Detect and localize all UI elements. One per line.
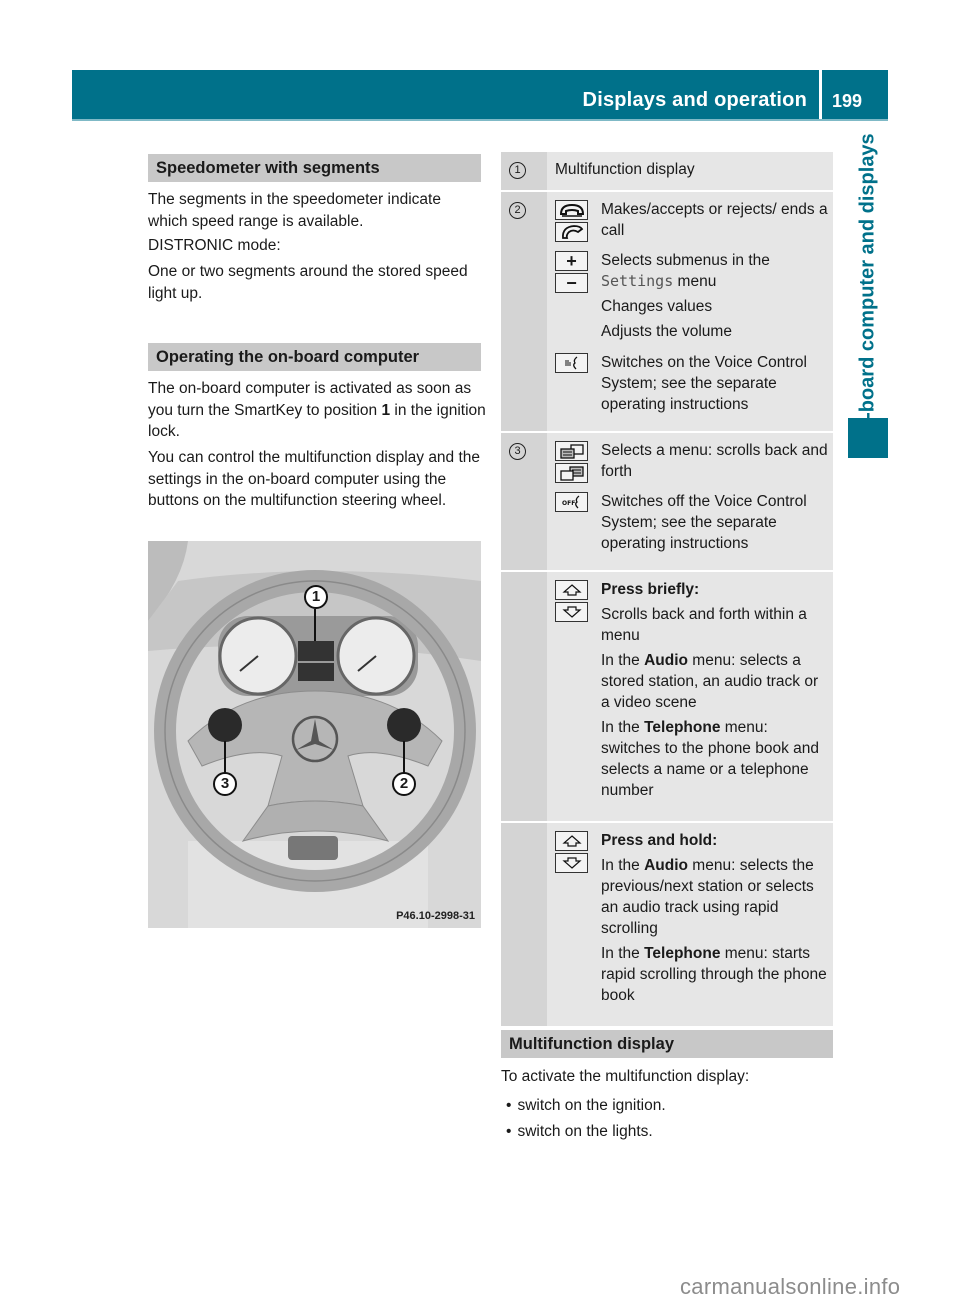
press-hold-heading: Press and hold:	[601, 830, 829, 851]
bullet-item: switch on the ignition.	[506, 1095, 665, 1116]
header-divider	[72, 119, 888, 121]
audio-menu-name: Audio	[644, 652, 688, 669]
bullet-item: switch on the lights.	[506, 1121, 652, 1142]
speedo-paragraph-3: One or two segments around the stored sp…	[148, 263, 468, 302]
section-title: Displays and operation	[582, 89, 807, 111]
table-row: Press and hold: In the Audio menu: selec…	[501, 823, 833, 1026]
svg-text:OFF: OFF	[562, 500, 575, 507]
telephone-menu-name: Telephone	[644, 945, 721, 962]
row-text: In the Audio menu: selects the previous/…	[601, 855, 829, 939]
page-number-box: 199	[822, 70, 888, 120]
table-row: 3 Selects a menu: scrolls back and forth…	[501, 433, 833, 572]
row-content: Selects a menu: scrolls back and forth O…	[547, 433, 833, 570]
table-row: 1 Multifunction display	[501, 152, 833, 192]
header-band: Displays and operation	[72, 70, 819, 120]
circled-number: 3	[509, 442, 526, 460]
chapter-side-tab-label: On-board computer and displays	[856, 133, 879, 447]
audio-menu-name: Audio	[644, 857, 688, 874]
up-down-arrow-icon	[555, 579, 601, 805]
operating-paragraph-1: The on-board computer is activated as so…	[148, 378, 486, 443]
mfd-intro: To activate the multifunction display:	[501, 1068, 750, 1085]
heading-text: Press and hold:	[601, 832, 718, 849]
list-item: Press and hold: In the Audio menu: selec…	[555, 830, 829, 1010]
list-item: Selects a menu: scrolls back and forth	[555, 440, 829, 485]
row-content: Makes/accepts or rejects/ ends a call + …	[547, 192, 833, 431]
menu-back-forth-icon	[555, 440, 601, 485]
speedo-paragraph-2: DISTRONIC mode:	[148, 237, 281, 254]
voice-control-off-icon: OFF	[555, 491, 601, 554]
row-text: Selects submenus in the Settings menu	[601, 250, 829, 292]
up-down-arrow-icon	[555, 830, 601, 1010]
figure-code: P46.10-2998-31	[396, 910, 475, 922]
speedo-paragraph-1: The segments in the speedometer indicate…	[148, 191, 441, 230]
heading-text: Press briefly:	[601, 581, 700, 598]
phone-accept-reject-icon	[555, 199, 601, 244]
text-run: In the	[601, 719, 645, 736]
list-item: Switches on the Voice Control System; se…	[555, 352, 829, 415]
heading-speedometer: Speedometer with segments	[148, 154, 481, 182]
row-number-cell	[501, 572, 547, 821]
row-text: In the Audio menu: selects a stored stat…	[601, 650, 829, 713]
operating-paragraph-2: You can control the multifunction displa…	[148, 449, 481, 509]
callout-2: 2	[392, 772, 416, 796]
heading-multifunction-display: Multifunction display	[501, 1030, 833, 1058]
list-item: + − Selects submenus in the Settings men…	[555, 250, 829, 346]
table-row: Press briefly: Scrolls back and forth wi…	[501, 572, 833, 823]
table-row: 2 Makes/accepts or rejects/ ends a call …	[501, 192, 833, 433]
row-text: Switches on the Voice Control System; se…	[601, 354, 807, 413]
row-text: Makes/accepts or rejects/ ends a call	[601, 201, 828, 239]
row-text: In the Telephone menu: starts rapid scro…	[601, 943, 829, 1006]
row-text: Changes values	[601, 298, 713, 315]
callout-3: 3	[213, 772, 237, 796]
row-text: Adjusts the volume	[601, 323, 732, 340]
list-item: OFF Switches off the Voice Control Syste…	[555, 491, 829, 554]
row-number-cell: 3	[501, 433, 547, 570]
telephone-menu-name: Telephone	[644, 719, 721, 736]
position-number: 1	[381, 401, 391, 419]
callout-1: 1	[304, 585, 328, 609]
row-number-cell: 2	[501, 192, 547, 431]
steering-wheel-figure: 1 2 3 P46.10-2998-31	[148, 541, 481, 928]
page-number: 199	[832, 91, 863, 111]
controls-table: 1 Multifunction display 2 Makes/accepts …	[501, 152, 833, 1026]
plus-minus-icon: + −	[555, 250, 601, 346]
press-briefly-heading: Press briefly:	[601, 579, 829, 600]
circled-number: 2	[509, 201, 526, 219]
chapter-tab-marker	[848, 418, 888, 458]
row-text: Switches off the Voice Control System; s…	[601, 493, 807, 552]
row-number-cell	[501, 823, 547, 1026]
text-run: In the	[601, 945, 645, 962]
row-content: Press and hold: In the Audio menu: selec…	[547, 823, 833, 1026]
text-run: Selects submenus in the	[601, 252, 770, 269]
heading-operating: Operating the on-board computer	[148, 343, 481, 371]
text-run: In the	[601, 857, 645, 874]
settings-menu-name: Settings	[601, 272, 674, 290]
circled-number: 1	[509, 161, 526, 179]
row-content: Multifunction display	[547, 152, 833, 190]
text-run: In the	[601, 652, 645, 669]
row-text: Multifunction display	[555, 161, 695, 178]
text-run: menu	[673, 273, 717, 290]
watermark: carmanualsonline.info	[680, 1274, 901, 1299]
row-number-cell: 1	[501, 152, 547, 190]
row-text: Selects a menu: scrolls back and forth	[601, 442, 828, 480]
list-item: Makes/accepts or rejects/ ends a call	[555, 199, 829, 244]
row-content: Press briefly: Scrolls back and forth wi…	[547, 572, 833, 821]
list-item: Press briefly: Scrolls back and forth wi…	[555, 579, 829, 805]
row-text: In the Telephone menu: switches to the p…	[601, 717, 829, 801]
voice-control-on-icon	[555, 352, 601, 415]
row-text: Scrolls back and forth within a menu	[601, 606, 807, 644]
